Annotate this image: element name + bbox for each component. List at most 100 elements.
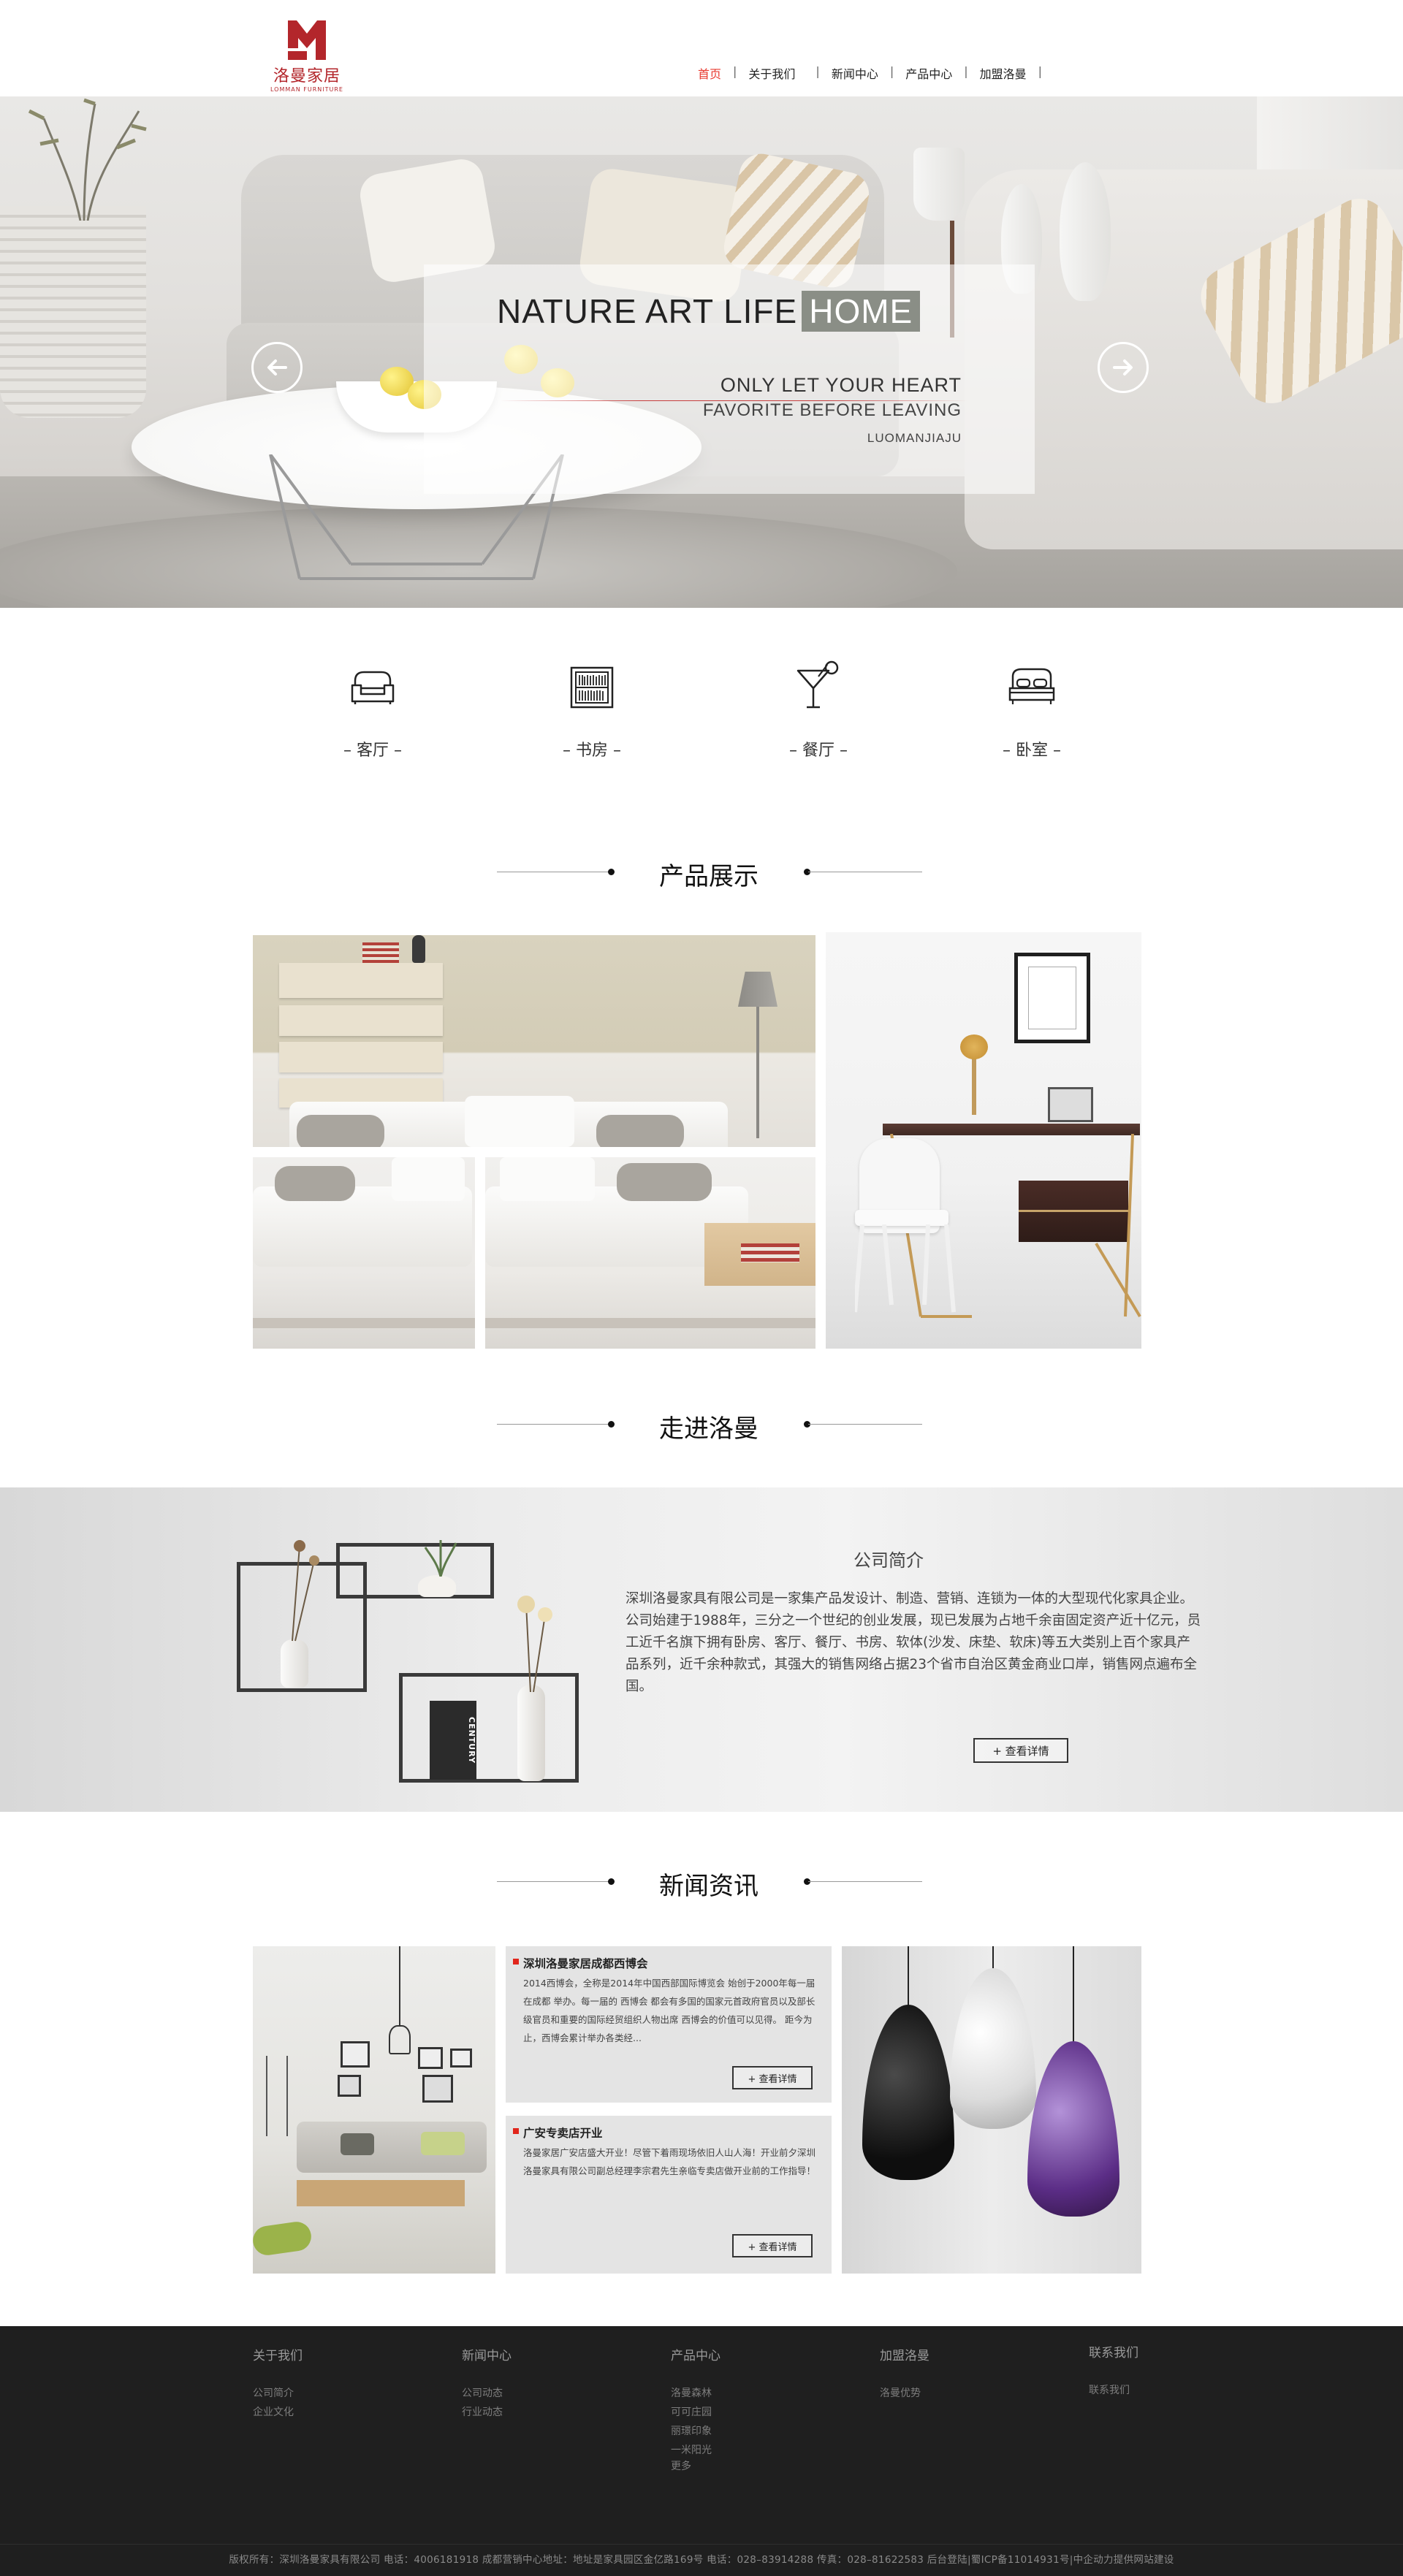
- news-card[interactable]: 深圳洛曼家居成都西博会 2014西博会，全称是2014年中国西部国际博览会 始创…: [506, 1946, 832, 2103]
- title-line-right: [808, 1424, 922, 1425]
- plant-icon: [424, 1540, 457, 1577]
- footer-link[interactable]: 公司简介: [253, 2384, 303, 2403]
- banner-tagline-1: ONLY LET YOUR HEART: [720, 374, 962, 396]
- footer-link[interactable]: 洛曼森林: [671, 2384, 720, 2403]
- books: [362, 942, 399, 963]
- banner-prev-button[interactable]: [251, 342, 303, 393]
- nav-link-products[interactable]: 产品中心: [905, 64, 952, 82]
- footer-link[interactable]: 可可庄园: [671, 2403, 720, 2422]
- footer-link[interactable]: 丽璟印象: [671, 2422, 720, 2441]
- product-image-sofa-right[interactable]: [485, 1157, 815, 1349]
- cushion: [596, 1115, 684, 1147]
- black-pendant-lamp: [862, 2005, 954, 2180]
- book-stack: CENTURY: [430, 1701, 476, 1780]
- nav-item-join[interactable]: 加盟洛曼: [980, 64, 1027, 82]
- title-line-left: [497, 1881, 611, 1882]
- footer: 关于我们 公司简介 企业文化 新闻中心 公司动态 行业动态 产品中心 洛曼森林 …: [0, 2326, 1403, 2576]
- title-line-left: [497, 1424, 611, 1425]
- news-card[interactable]: 广安专卖店开业 洛曼家居广安店盛大开业！尽管下着雨现场依旧人山人海！开业前夕深圳…: [506, 2116, 832, 2274]
- header: 洛曼家居 LOMMAN FURNITURE 首页 | 关于我们 | 新闻中心 |…: [0, 0, 1403, 96]
- footer-column-title[interactable]: 联系我们: [1089, 2342, 1138, 2360]
- about-text: 深圳洛曼家具有限公司是一家集产品发设计、制造、营销、连锁为一体的大型现代化家具企…: [626, 1591, 1201, 1694]
- news-more-button[interactable]: + 查看详情: [732, 2234, 813, 2257]
- footer-column-about: 关于我们 公司简介 企业文化: [253, 2345, 303, 2422]
- category-living-room[interactable]: – 客厅 –: [322, 654, 424, 761]
- footer-link[interactable]: 行业动态: [462, 2403, 512, 2422]
- footer-column-title[interactable]: 加盟洛曼: [880, 2345, 929, 2363]
- chair-seat: [855, 1210, 948, 1226]
- cushion: [392, 1157, 465, 1201]
- nav-link-join[interactable]: 加盟洛曼: [980, 64, 1027, 82]
- nav-link-news[interactable]: 新闻中心: [832, 64, 878, 82]
- banner-tagline-2: FAVORITE BEFORE LEAVING: [702, 400, 962, 420]
- footer-column-products: 产品中心 洛曼森林 可可庄园 丽璟印象 一米阳光 更多: [671, 2345, 720, 2473]
- banner-title-text: NATURE ART LIFE: [497, 292, 798, 330]
- arrow-left-icon: [267, 359, 287, 376]
- cushion: [275, 1166, 355, 1201]
- hero-banner: NATURE ART LIFE HOME ONLY LET YOUR HEART …: [0, 96, 1403, 608]
- section-title-products: 产品展示: [0, 850, 1403, 894]
- about-section: CENTURY 公司简介 深圳洛曼家具有限公司是一家集产品发设计、制造、营销、连…: [0, 1487, 1403, 1812]
- footer-link[interactable]: 联系我们: [1089, 2381, 1138, 2400]
- copyright: 版权所有：深圳洛曼家具有限公司 电话：4006181918 成都营销中心地址：地…: [229, 2554, 1174, 2566]
- footer-link[interactable]: 公司动态: [462, 2384, 512, 2403]
- news-image-living-room[interactable]: [253, 1946, 495, 2274]
- books: [741, 1243, 799, 1262]
- banner-text-panel: NATURE ART LIFE HOME ONLY LET YOUR HEART …: [424, 264, 1035, 494]
- cushion: [341, 2133, 374, 2155]
- vase: [517, 1685, 545, 1781]
- footer-column-title[interactable]: 关于我们: [253, 2345, 303, 2363]
- nav-link-about[interactable]: 关于我们: [748, 64, 795, 82]
- logo-subtext: LOMMAN FURNITURE: [270, 86, 343, 93]
- cushion: [500, 1157, 595, 1201]
- footer-link[interactable]: 洛曼优势: [880, 2384, 929, 2403]
- news-body: 洛曼家居广安店盛大开业！尽管下着雨现场依旧人山人海！开业前夕深圳洛曼家具有限公司…: [523, 2147, 816, 2176]
- category-dining[interactable]: – 餐厅 –: [767, 654, 870, 761]
- footer-column-contact: 联系我们 联系我们: [1089, 2342, 1138, 2400]
- banner-lamp: [913, 148, 965, 221]
- cushion: [421, 2132, 465, 2155]
- nav-item-about[interactable]: 关于我们: [748, 64, 795, 82]
- product-image-living-room[interactable]: [253, 935, 815, 1147]
- product-image-study[interactable]: [826, 932, 1141, 1349]
- cushion: [297, 1115, 384, 1147]
- title-dot-left: [608, 869, 615, 875]
- footer-column-title[interactable]: 产品中心: [671, 2345, 720, 2363]
- armchair-icon: [322, 654, 424, 720]
- product-image-sofa-left[interactable]: [253, 1157, 475, 1349]
- banner-brand: LUOMANJIAJU: [867, 431, 962, 445]
- banner-next-button[interactable]: [1098, 342, 1149, 393]
- nav-separator: |: [815, 64, 820, 78]
- category-bedroom[interactable]: – 卧室 –: [981, 654, 1083, 761]
- news-title[interactable]: 深圳洛曼家居成都西博会: [513, 1955, 648, 1971]
- white-pendant-lamp: [950, 1968, 1036, 2129]
- purple-pendant-lamp: [1027, 2041, 1119, 2217]
- flower-icon: [517, 1596, 552, 1692]
- nav-item-products[interactable]: 产品中心: [905, 64, 952, 82]
- nav-link-home[interactable]: 首页: [698, 64, 721, 82]
- footer-divider: [0, 2544, 1403, 2545]
- picture-frame: [422, 2075, 453, 2103]
- chair-legs: [855, 1224, 956, 1313]
- nav-item-news[interactable]: 新闻中心: [832, 64, 878, 82]
- book-spine-text: CENTURY: [467, 1716, 476, 1764]
- title-dot-left: [608, 1421, 615, 1428]
- footer-link[interactable]: 企业文化: [253, 2403, 303, 2422]
- logo[interactable]: 洛曼家居 LOMMAN FURNITURE: [266, 19, 348, 93]
- news-image-pendant-lamps[interactable]: [842, 1946, 1141, 2274]
- logo-mark-icon: [284, 19, 330, 61]
- about-more-button[interactable]: + 查看详情: [973, 1738, 1068, 1763]
- footer-link[interactable]: 更多: [671, 2460, 720, 2473]
- nav-item-home[interactable]: 首页: [698, 64, 721, 82]
- footer-link[interactable]: 一米阳光: [671, 2441, 720, 2460]
- picture-frame: [418, 2047, 443, 2069]
- cushion: [465, 1096, 574, 1147]
- nav-separator: |: [1038, 64, 1043, 78]
- main-nav: 首页 | 关于我们 | 新闻中心 | 产品中心 | 加盟洛曼 |: [698, 64, 1054, 82]
- category-study[interactable]: – 书房 –: [541, 654, 643, 761]
- pendant-lamp: [389, 2025, 411, 2054]
- news-title[interactable]: 广安专卖店开业: [513, 2125, 603, 2141]
- floor-trim: [485, 1318, 815, 1328]
- news-more-button[interactable]: + 查看详情: [732, 2066, 813, 2089]
- footer-column-title[interactable]: 新闻中心: [462, 2345, 512, 2363]
